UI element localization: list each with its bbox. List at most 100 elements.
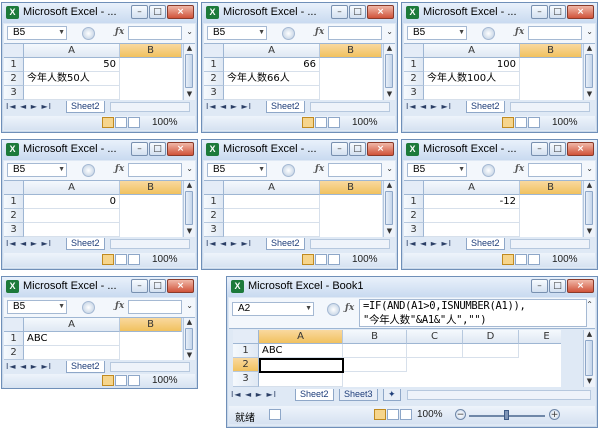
minimize-icon[interactable]: –: [331, 5, 348, 19]
expand-circle-icon[interactable]: [327, 303, 340, 316]
close-icon[interactable]: ×: [567, 5, 594, 19]
page-layout-icon[interactable]: [315, 254, 327, 265]
formula-input[interactable]: [328, 26, 382, 40]
minimize-icon[interactable]: –: [531, 279, 548, 293]
insert-function-icon[interactable]: ƒx: [515, 27, 524, 37]
chevron-down-icon[interactable]: ▼: [58, 164, 65, 176]
worksheet-grid[interactable]: A B 1 2 3 66 今年人数66人: [204, 44, 382, 100]
scroll-thumb[interactable]: [185, 328, 193, 350]
cell-a1[interactable]: 100: [424, 58, 520, 72]
normal-view-icon[interactable]: [302, 254, 314, 265]
chevron-down-icon[interactable]: ▼: [258, 164, 265, 176]
cell-a1[interactable]: -12: [424, 195, 520, 209]
chevron-down-icon[interactable]: ⌄: [386, 27, 393, 36]
row-header[interactable]: 1: [204, 195, 224, 209]
column-header-b[interactable]: B: [343, 330, 407, 344]
sheet-nav-arrows-icon[interactable]: I◄ ◄ ► ►I: [6, 239, 52, 248]
chevron-down-icon[interactable]: ⌄: [186, 164, 193, 173]
vertical-scrollbar[interactable]: ▲ ▼: [183, 181, 195, 237]
name-box[interactable]: B5 ▼: [7, 300, 67, 314]
select-all-corner[interactable]: [4, 318, 24, 332]
page-break-icon[interactable]: [128, 375, 140, 386]
normal-view-icon[interactable]: [102, 375, 114, 386]
chevron-down-icon[interactable]: ⌄: [186, 27, 193, 36]
vertical-scrollbar[interactable]: ▲ ▼: [583, 330, 595, 387]
scroll-down-icon[interactable]: ▼: [584, 227, 595, 236]
worksheet-grid[interactable]: A B 1 2 ABC: [4, 318, 182, 360]
title-bar[interactable]: X Microsoft Excel - ... – □ ×: [2, 140, 197, 160]
scroll-up-icon[interactable]: ▲: [584, 330, 595, 339]
scroll-down-icon[interactable]: ▼: [184, 227, 195, 236]
worksheet-grid[interactable]: A B 1 2 3 100 今年人数100人: [404, 44, 582, 100]
insert-function-icon[interactable]: ƒx: [345, 303, 354, 313]
worksheet-grid[interactable]: A B 1 2 3 0: [4, 181, 182, 237]
page-layout-icon[interactable]: [515, 117, 527, 128]
cell-a2[interactable]: [424, 209, 520, 223]
vertical-scrollbar[interactable]: ▲ ▼: [583, 44, 595, 100]
normal-view-icon[interactable]: [302, 117, 314, 128]
scroll-down-icon[interactable]: ▼: [184, 90, 195, 99]
row-header[interactable]: 2: [404, 72, 424, 86]
minimize-icon[interactable]: –: [131, 5, 148, 19]
normal-view-icon[interactable]: [102, 254, 114, 265]
column-header-b[interactable]: B: [520, 44, 582, 58]
zoom-level[interactable]: 100%: [552, 254, 578, 265]
close-icon[interactable]: ×: [367, 5, 394, 19]
cell-a1[interactable]: 50: [24, 58, 120, 72]
page-layout-icon[interactable]: [515, 254, 527, 265]
formula-input[interactable]: [128, 300, 182, 314]
page-break-icon[interactable]: [528, 117, 540, 128]
sheet-tab[interactable]: Sheet2: [295, 389, 334, 401]
horizontal-scrollbar[interactable]: [310, 239, 390, 249]
sheet-nav-arrows-icon[interactable]: I◄ ◄ ► ►I: [6, 362, 52, 371]
row-header[interactable]: 2: [233, 358, 259, 372]
close-icon[interactable]: ×: [167, 5, 194, 19]
sheet-nav-arrows-icon[interactable]: I◄ ◄ ► ►I: [231, 390, 277, 399]
row-header[interactable]: 3: [204, 223, 224, 237]
worksheet-grid[interactable]: A B 1 2 3: [204, 181, 382, 237]
cell-b2[interactable]: [344, 358, 407, 372]
zoom-in-icon[interactable]: +: [549, 409, 560, 420]
cell-a1[interactable]: ABC: [259, 344, 343, 358]
row-header[interactable]: 1: [4, 195, 24, 209]
scroll-up-icon[interactable]: ▲: [184, 44, 195, 53]
scroll-down-icon[interactable]: ▼: [584, 377, 595, 386]
column-header-c[interactable]: C: [407, 330, 463, 344]
insert-function-icon[interactable]: ƒx: [515, 164, 524, 174]
chevron-down-icon[interactable]: ▼: [305, 303, 312, 315]
zoom-level[interactable]: 100%: [152, 375, 178, 386]
sheet-tab[interactable]: Sheet3: [339, 389, 378, 401]
maximize-icon[interactable]: □: [349, 5, 366, 19]
minimize-icon[interactable]: –: [131, 142, 148, 156]
scroll-up-icon[interactable]: ▲: [384, 181, 395, 190]
expand-circle-icon[interactable]: [482, 27, 495, 40]
minimize-icon[interactable]: –: [531, 142, 548, 156]
close-icon[interactable]: ×: [167, 279, 194, 293]
vertical-scrollbar[interactable]: ▲ ▼: [183, 44, 195, 100]
sheet-nav-arrows-icon[interactable]: I◄ ◄ ► ►I: [406, 239, 452, 248]
scroll-thumb[interactable]: [385, 191, 393, 225]
macro-record-icon[interactable]: [269, 409, 281, 420]
cell-a3[interactable]: [24, 86, 120, 100]
sheet-tab[interactable]: Sheet2: [466, 238, 505, 250]
minimize-icon[interactable]: –: [131, 279, 148, 293]
zoom-level[interactable]: 100%: [152, 117, 178, 128]
normal-view-icon[interactable]: [102, 117, 114, 128]
cell-a2[interactable]: 今年人数66人: [224, 72, 320, 86]
title-bar[interactable]: X Microsoft Excel - ... – □ ×: [402, 3, 597, 23]
column-header-a[interactable]: A: [424, 44, 520, 58]
title-bar[interactable]: X Microsoft Excel - ... – □ ×: [2, 277, 197, 297]
cell-a3[interactable]: [259, 373, 343, 387]
scroll-up-icon[interactable]: ▲: [584, 44, 595, 53]
column-header-a[interactable]: A: [24, 44, 120, 58]
page-layout-icon[interactable]: [115, 375, 127, 386]
expand-circle-icon[interactable]: [282, 27, 295, 40]
cell-a2[interactable]: [24, 346, 120, 360]
page-break-icon[interactable]: [328, 117, 340, 128]
close-icon[interactable]: ×: [567, 279, 594, 293]
horizontal-scrollbar[interactable]: [510, 102, 590, 112]
row-header[interactable]: 2: [4, 209, 24, 223]
row-header[interactable]: 3: [4, 86, 24, 100]
sheet-nav-arrows-icon[interactable]: I◄ ◄ ► ►I: [206, 239, 252, 248]
scroll-up-icon[interactable]: ▲: [584, 181, 595, 190]
